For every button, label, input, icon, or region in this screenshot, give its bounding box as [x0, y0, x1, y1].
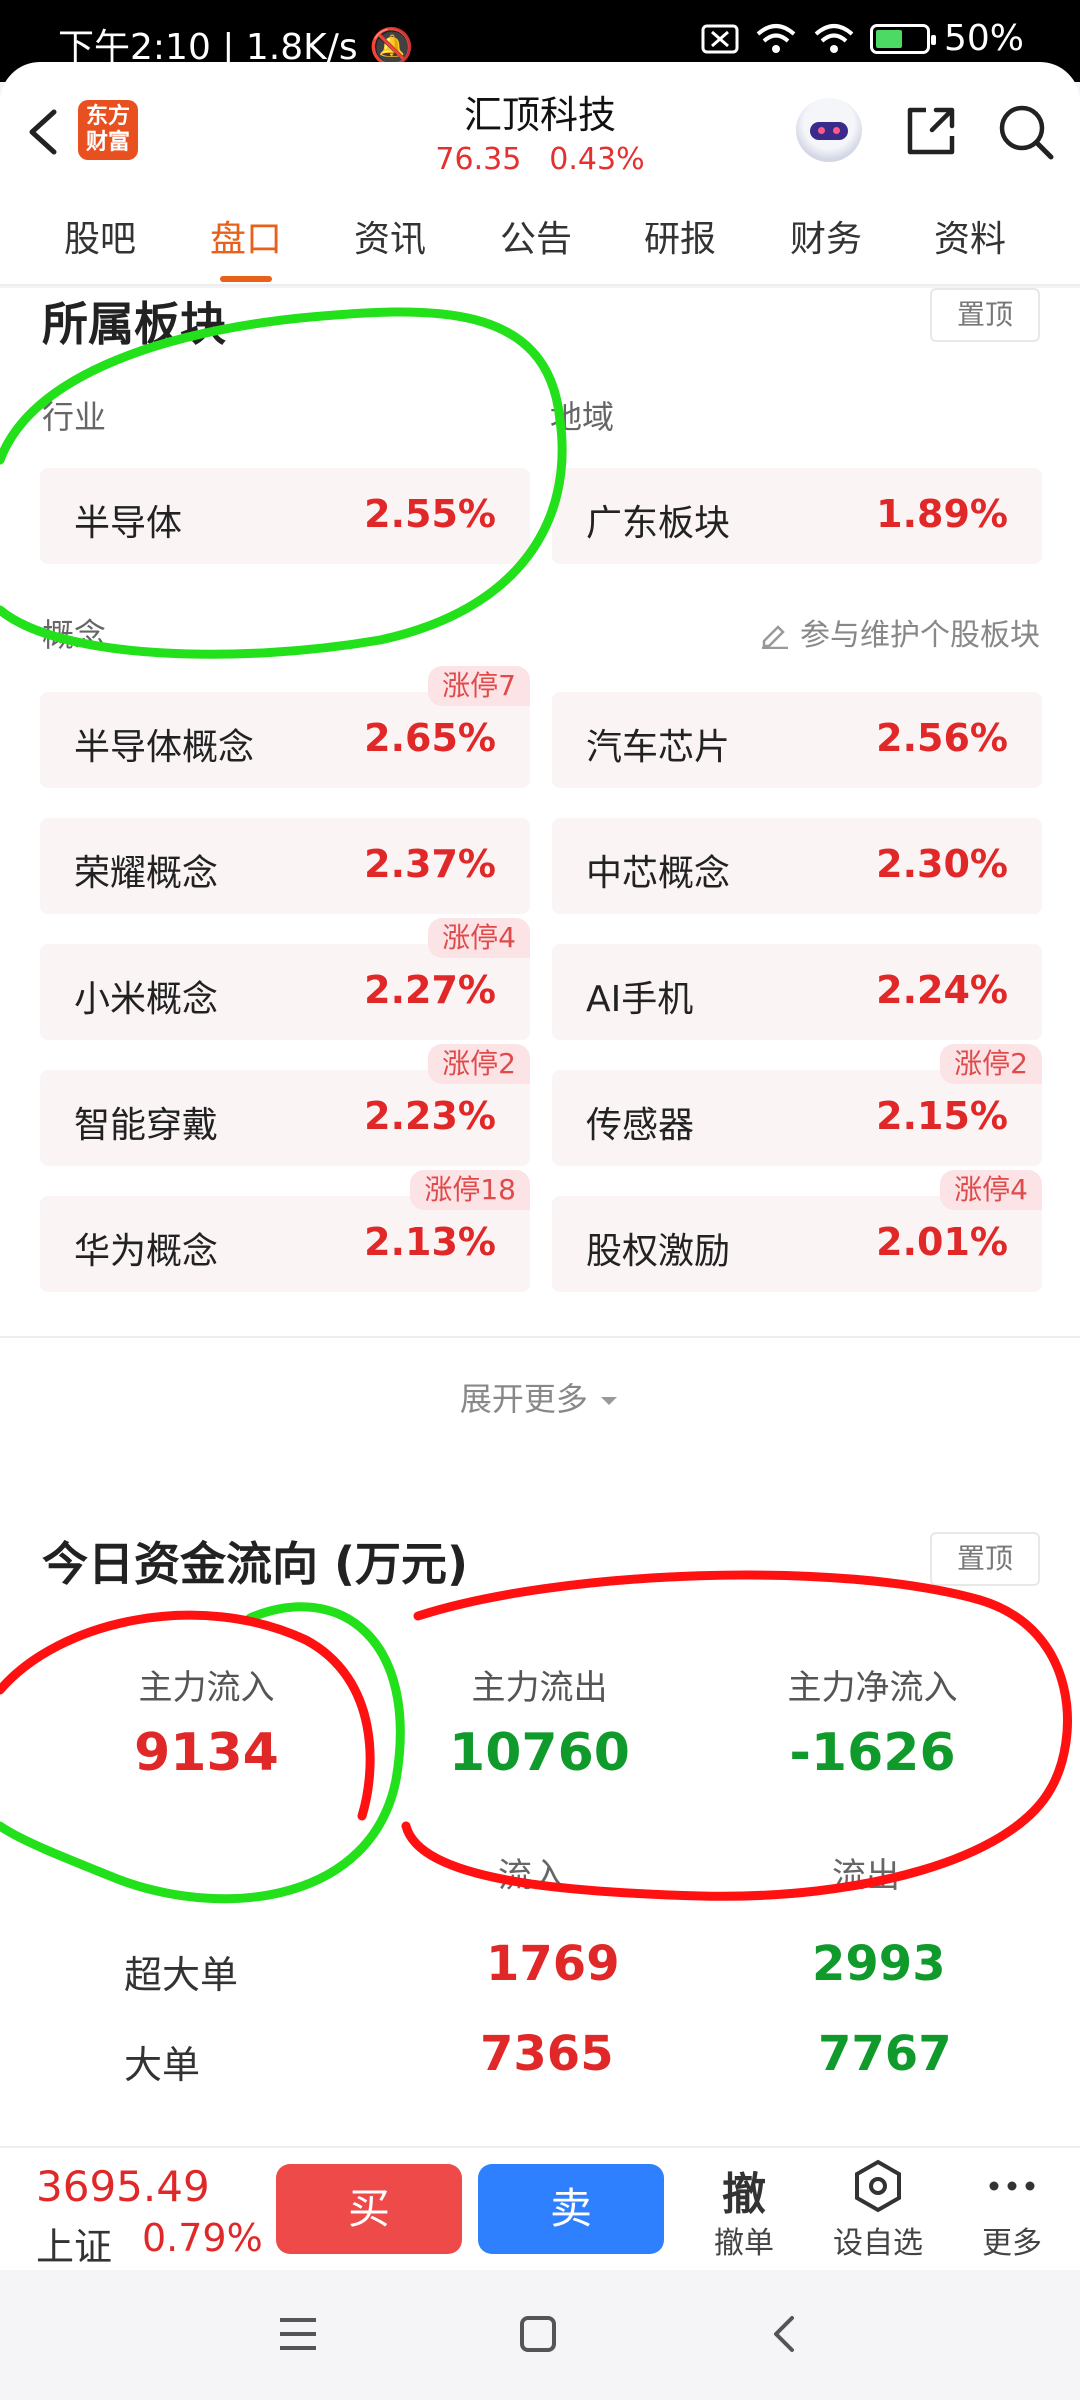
search-icon[interactable] — [996, 102, 1056, 162]
battery-icon — [869, 23, 936, 54]
concept-card[interactable]: 智能穿戴 2.23% 涨停2 — [40, 1044, 530, 1166]
row-label: 大单 — [124, 2043, 201, 2087]
more-button[interactable]: 更多 — [962, 2158, 1062, 2262]
region-name: 广东板块 — [586, 503, 731, 544]
sector-title: 所属板块 — [42, 297, 226, 351]
stock-price: 76.35 — [435, 142, 522, 177]
main-net-inflow: 主力净流入 -1626 — [787, 1668, 958, 1783]
concept-card[interactable]: 汽车芯片 2.56% — [552, 692, 1042, 788]
concept-card[interactable]: 半导体概念 2.65% 涨停7 — [40, 666, 530, 788]
industry-label: 行业 — [42, 398, 107, 436]
status-icons: 50% — [700, 18, 1024, 59]
home-icon[interactable] — [518, 2314, 558, 2354]
main-inflow: 主力流入 9134 — [134, 1668, 279, 1783]
stock-change: 0.43% — [549, 142, 645, 177]
concept-label: 概念 — [42, 616, 107, 654]
add-watchlist-button[interactable]: 设自选 — [828, 2158, 928, 2262]
fund-flow-pin-button[interactable]: 置顶 — [930, 1532, 1040, 1586]
share-icon[interactable] — [902, 102, 960, 160]
tab-guba[interactable]: 股吧 — [64, 210, 136, 262]
battery-percent: 50% — [943, 18, 1024, 59]
tab-profile[interactable]: 资料 — [934, 210, 1006, 262]
concept-card[interactable]: 小米概念 2.27% 涨停4 — [40, 918, 530, 1040]
index-value[interactable]: 3695.49 — [36, 2162, 210, 2211]
assistant-avatar-icon[interactable] — [796, 98, 862, 162]
limit-up-badge: 涨停18 — [410, 1170, 530, 1210]
expand-row: 展开更多 — [0, 1340, 1080, 1478]
col-outflow-header: 流出 — [832, 1856, 900, 1896]
edit-icon — [762, 625, 789, 650]
concept-card[interactable]: 华为概念 2.13% 涨停18 — [40, 1170, 530, 1292]
row-inflow: 1769 — [486, 1936, 620, 1992]
wifi-icon — [814, 23, 854, 53]
fund-flow-title: 今日资金流向 (万元) — [42, 1537, 469, 1591]
index-name: 上证 — [36, 2225, 113, 2269]
row-outflow: 2993 — [812, 1936, 946, 1992]
limit-up-badge: 涨停2 — [428, 1044, 530, 1084]
caret-down-icon — [601, 1397, 618, 1405]
industry-pct: 2.55% — [364, 492, 496, 536]
more-dots-icon — [989, 2181, 1035, 2191]
cancel-order-button[interactable]: 撤 撤单 — [694, 2158, 794, 2262]
concept-card[interactable]: 中芯概念 2.30% — [552, 818, 1042, 914]
tab-announcements[interactable]: 公告 — [500, 210, 572, 262]
industry-card[interactable]: 半导体 2.55% — [40, 468, 530, 564]
sim-off-icon — [701, 24, 739, 53]
concept-card[interactable]: 荣耀概念 2.37% — [40, 818, 530, 914]
limit-up-badge: 涨停4 — [940, 1170, 1042, 1210]
limit-up-badge: 涨停7 — [428, 666, 530, 706]
menu-icon[interactable] — [276, 2314, 320, 2354]
fund-flow-panel: 今日资金流向 (万元) 置顶 主力流入 9134 主力流出 10760 主力净流… — [0, 1478, 1080, 2146]
region-card[interactable]: 广东板块 1.89% — [552, 468, 1042, 564]
signal-wifi-icon — [756, 23, 796, 53]
region-pct: 1.89% — [876, 492, 1008, 536]
index-pct: 0.79% — [142, 2216, 263, 2260]
tab-research[interactable]: 研报 — [644, 210, 716, 262]
tab-news[interactable]: 资讯 — [354, 210, 426, 262]
row-outflow: 7767 — [818, 2026, 952, 2082]
concept-card[interactable]: 传感器 2.15% 涨停2 — [552, 1044, 1042, 1166]
divider — [0, 1336, 1080, 1338]
cancel-order-icon: 撤 — [722, 2169, 766, 2220]
concept-card[interactable]: AI手机 2.24% — [552, 944, 1042, 1040]
tab-pankou[interactable]: 盘口 — [210, 210, 282, 282]
sector-pin-button[interactable]: 置顶 — [930, 288, 1040, 342]
stock-header: 东方 财富 汇顶科技 76.35 0.43% — [0, 62, 1080, 192]
hexagon-icon — [855, 2159, 901, 2213]
sector-panel: 所属板块 置顶 行业 地域 半导体 2.55% 广东板块 1.89% 概念 参与… — [0, 288, 1080, 1340]
system-nav-bar — [0, 2270, 1080, 2400]
tab-bar: 股吧 盘口 资讯 公告 研报 财务 资料 — [0, 192, 1080, 286]
nav-back-icon[interactable] — [764, 2314, 804, 2354]
region-label: 地域 — [550, 398, 615, 436]
trade-bar: 3695.49 上证 0.79% 买 卖 撤 撤单 设自选 更多 — [0, 2146, 1080, 2270]
limit-up-badge: 涨停4 — [428, 918, 530, 958]
main-flow-summary: 主力流入 9134 主力流出 10760 主力净流入 -1626 — [40, 1640, 1040, 1808]
main-outflow: 主力流出 10760 — [449, 1668, 630, 1783]
maintain-sector-link[interactable]: 参与维护个股板块 — [758, 610, 1040, 654]
expand-more-button[interactable]: 展开更多 — [0, 1374, 1080, 1420]
buy-button[interactable]: 买 — [276, 2164, 462, 2254]
concept-card[interactable]: 股权激励 2.01% 涨停4 — [552, 1170, 1042, 1292]
industry-name: 半导体 — [74, 503, 183, 544]
row-inflow: 7365 — [480, 2026, 614, 2082]
col-inflow-header: 流入 — [498, 1856, 566, 1896]
sell-button[interactable]: 卖 — [478, 2164, 664, 2254]
row-label: 超大单 — [124, 1953, 239, 1997]
tab-finance[interactable]: 财务 — [790, 210, 862, 262]
limit-up-badge: 涨停2 — [940, 1044, 1042, 1084]
